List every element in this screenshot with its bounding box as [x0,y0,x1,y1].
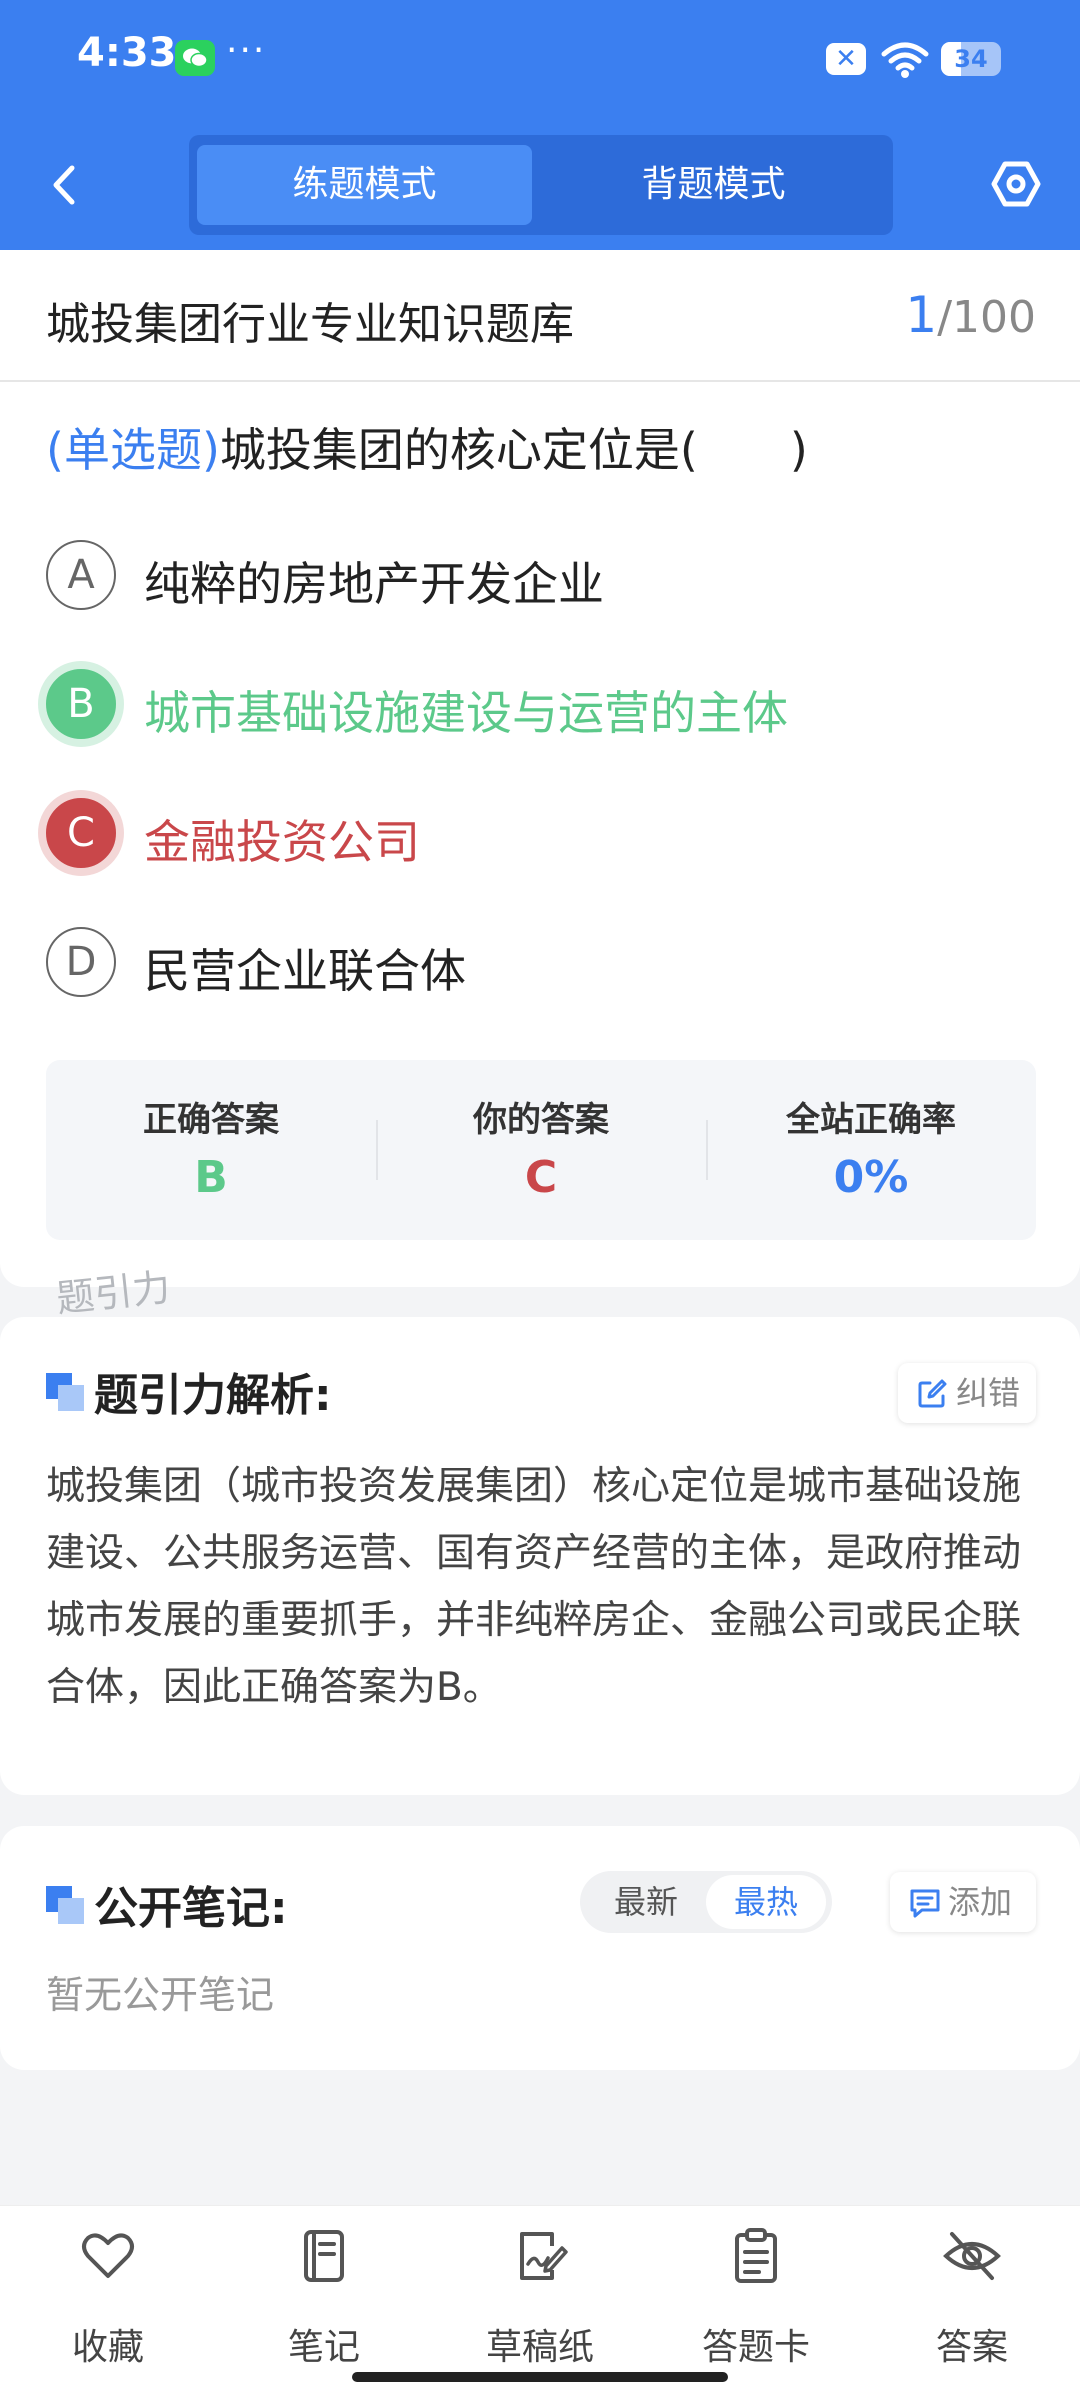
clipboard-icon [735,2228,777,2283]
mode-switcher: 练题模式 背题模式 [189,135,893,235]
notebook-icon [304,2230,344,2282]
question-bank-header: 城投集团行业专业知识题库 1/100 [0,250,1080,382]
tab-practice-mode[interactable]: 练题模式 [197,145,532,225]
nav-favorite[interactable]: 收藏 [28,2226,188,2368]
option-text: 纯粹的房地产开发企业 [144,557,604,611]
section-icon [46,1373,84,1411]
home-indicator[interactable] [352,2372,728,2382]
status-time: 4:33 [77,30,177,76]
add-note-button[interactable]: 添加 [890,1872,1036,1932]
option-d[interactable]: D 民营企业联合体 [46,927,1046,1007]
nav-notes[interactable]: 笔记 [244,2226,404,2368]
option-letter: D [46,927,116,997]
stat-value: 0% [833,1152,909,1203]
notes-sort-switcher: 最新 最热 [580,1871,832,1933]
section-icon [46,1886,84,1924]
stat-value: B [194,1152,228,1203]
notes-title: 公开笔记: [94,1883,288,1934]
watermark: 题引力 [54,1265,173,1321]
status-close-icon: ✕ [826,43,866,75]
analysis-card: 题引力解析: 纠错 城投集团（城市投资发展集团）核心定位是城市基础设施建设、公共… [0,1317,1080,1795]
option-text: 城市基础设施建设与运营的主体 [144,686,788,740]
question-stem: (单选题)城投集团的核心定位是( ) [46,414,1046,480]
nav-label: 草稿纸 [485,2327,594,2368]
option-letter: B [46,669,116,739]
draft-icon [520,2232,568,2280]
empty-notes-text: 暂无公开笔记 [46,1973,275,2017]
status-more-dots: ··· [226,30,267,71]
option-b[interactable]: B 城市基础设施建设与运营的主体 [46,669,1046,749]
stat-label: 你的答案 [473,1100,609,1140]
nav-label: 笔记 [287,2327,360,2368]
stat-your-answer: 你的答案 C [376,1060,706,1240]
question-text: 城投集团的核心定位是( ) [219,423,808,477]
option-text: 民营企业联合体 [144,944,466,998]
add-note-label: 添加 [948,1883,1013,1921]
back-arrow-icon[interactable] [40,160,90,210]
notes-card: 公开笔记: 最新 最热 添加 暂无公开笔记 [0,1826,1080,2070]
wechat-icon [175,40,215,76]
option-letter: A [46,540,116,610]
analysis-text: 城投集团（城市投资发展集团）核心定位是城市基础设施建设、公共服务运营、国有资产经… [46,1464,1022,1710]
report-error-button[interactable]: 纠错 [898,1363,1036,1423]
heart-icon [82,2233,134,2278]
report-error-label: 纠错 [956,1374,1021,1412]
eye-off-icon [943,2232,1001,2280]
bank-title: 城投集团行业专业知识题库 [46,299,574,350]
total-questions: /100 [937,292,1036,343]
stat-value: C [524,1152,558,1203]
nav-answer-sheet[interactable]: 答题卡 [676,2226,836,2368]
sort-hottest[interactable]: 最热 [706,1875,826,1929]
option-a[interactable]: A 纯粹的房地产开发企业 [46,540,1046,620]
stat-label: 全站正确率 [786,1100,956,1140]
stat-accuracy-rate: 全站正确率 0% [706,1060,1036,1240]
sort-latest[interactable]: 最新 [586,1875,706,1929]
nav-label: 答案 [935,2327,1008,2368]
nav-answer[interactable]: 答案 [892,2226,1052,2368]
top-header: 4:33 ··· ✕ 34 练题模式 背题模式 [0,0,1080,250]
option-text: 金融投资公司 [144,815,420,869]
stat-label: 正确答案 [143,1100,279,1140]
answer-stats: 正确答案 B 你的答案 C 全站正确率 0% [46,1060,1036,1240]
nav-label: 答题卡 [701,2327,810,2368]
question-progress[interactable]: 1/100 [905,286,1036,344]
battery-icon: 34 [941,42,1001,76]
comment-icon [910,1889,940,1918]
option-letter: C [46,798,116,868]
wifi-icon [881,42,929,78]
edit-icon [918,1379,947,1408]
question-card: (单选题)城投集团的核心定位是( ) A 纯粹的房地产开发企业 B 城市基础设施… [0,382,1080,1287]
nav-draft[interactable]: 草稿纸 [460,2226,620,2368]
settings-icon[interactable] [990,158,1042,210]
current-question-number: 1 [905,286,938,344]
battery-level: 34 [954,45,988,73]
nav-label: 收藏 [71,2327,144,2368]
tab-memorize-mode[interactable]: 背题模式 [546,145,881,225]
question-type: (单选题) [46,423,220,477]
option-c[interactable]: C 金融投资公司 [46,798,1046,878]
analysis-title: 题引力解析: [94,1370,332,1421]
stat-correct-answer: 正确答案 B [46,1060,376,1240]
